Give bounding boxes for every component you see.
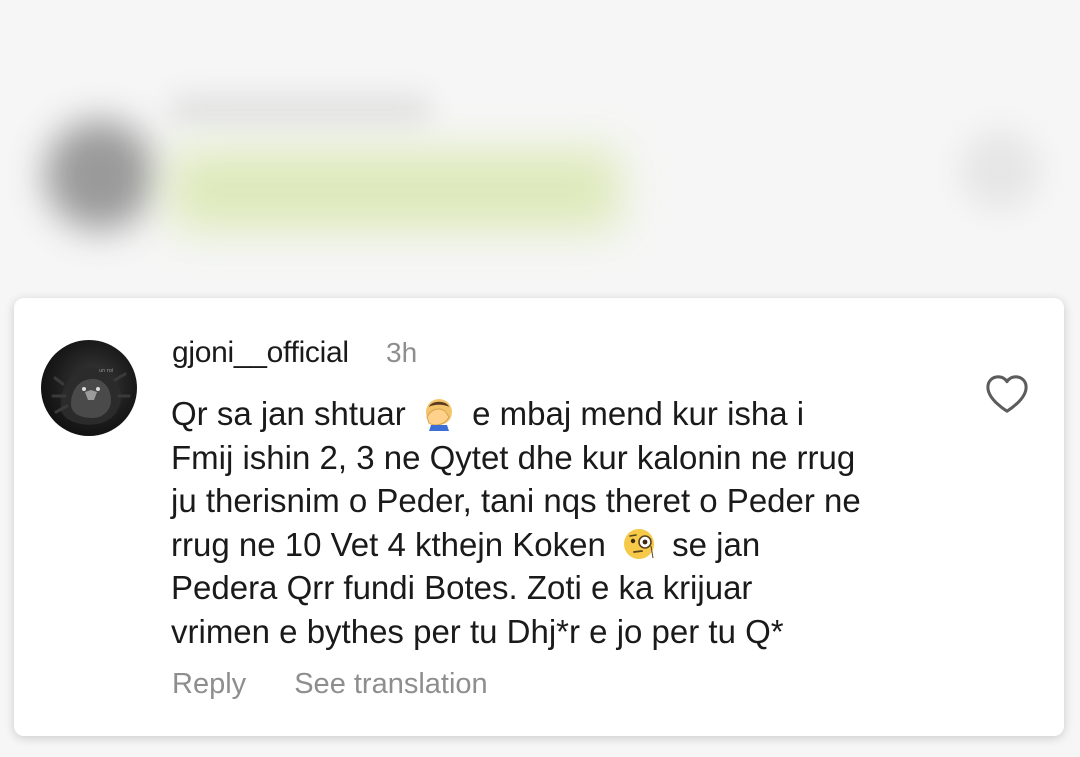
see-translation-button[interactable]: See translation — [294, 668, 487, 700]
face-palm-emoji — [425, 399, 452, 431]
heart-outline-icon[interactable] — [984, 373, 1030, 415]
monocle-face-emoji — [623, 528, 654, 559]
comment-line-1: Qr sa jan shtuar e mbaj mend kur isha i — [171, 392, 971, 436]
comment-line-5: Pedera Qrr fundi Botes. Zoti e ka krijua… — [171, 569, 753, 606]
blurred-comment-text — [170, 150, 620, 230]
comment-line-1-after: e mbaj mend kur isha i — [472, 395, 805, 432]
svg-text:un roi: un roi — [99, 368, 113, 374]
comment-card: un roi gjoni__official 3h Qr sa jan shtu… — [14, 298, 1064, 736]
comment-line-1-before: Qr sa jan shtuar — [171, 395, 406, 432]
comment-line-6: vrimen e bythes per tu Dhj*r e jo per tu… — [171, 612, 784, 650]
comment-actions: Reply See translation — [172, 668, 528, 701]
comment-line-4-after: se jan — [672, 525, 761, 563]
comment-text: Qr sa jan shtuar e mbaj mend kur isha i … — [171, 392, 971, 653]
blurred-username — [170, 95, 430, 125]
reply-button[interactable]: Reply — [172, 668, 246, 700]
comment-username[interactable]: gjoni__official — [172, 336, 349, 370]
comment-timestamp: 3h — [386, 337, 418, 368]
comment-line-4: rrug ne 10 Vet 4 kthejn Koken se jan — [171, 523, 971, 567]
user-avatar[interactable]: un roi — [41, 340, 137, 436]
lion-avatar-icon: un roi — [51, 367, 131, 425]
blurred-like-icon — [960, 130, 1040, 210]
comment-line-3: ju therisnim o Peder, tani nqs theret o … — [171, 482, 861, 519]
blurred-avatar — [45, 120, 155, 230]
comment-line-2: Fmij ishin 2, 3 ne Qytet dhe kur kalonin… — [171, 438, 856, 476]
comment-line-4-before: rrug ne 10 Vet 4 kthejn Koken — [171, 525, 606, 563]
